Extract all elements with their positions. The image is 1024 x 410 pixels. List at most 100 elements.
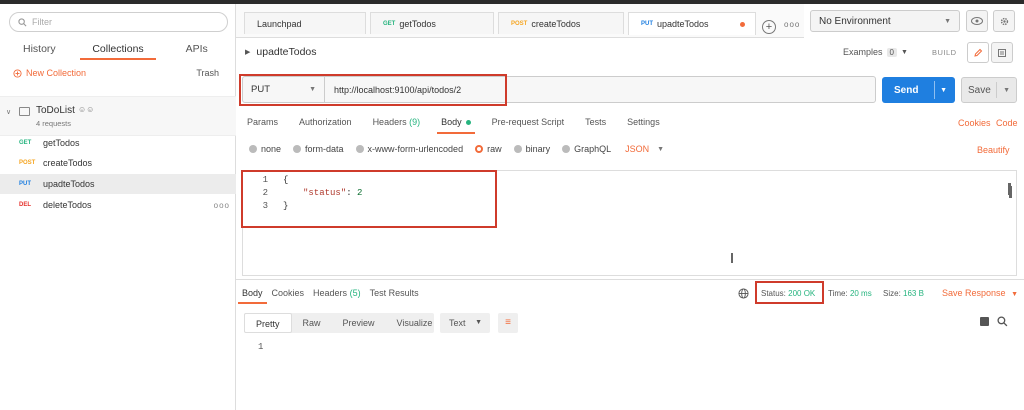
tab-history[interactable]: History: [0, 40, 79, 62]
beautify-link[interactable]: Beautify: [977, 145, 1010, 155]
method-badge: PUT: [19, 181, 31, 187]
sidebar-tabs: History Collections APIs: [0, 40, 236, 62]
radio-selected-icon: [475, 145, 484, 153]
tab-history-label: History: [23, 43, 56, 55]
globe-icon[interactable]: [738, 288, 749, 299]
list-item[interactable]: PUT upadteTodos: [0, 174, 236, 194]
examples-label: Examples: [843, 47, 883, 57]
comments-button[interactable]: [991, 42, 1013, 63]
view-visualize[interactable]: Visualize: [386, 313, 444, 333]
edit-button[interactable]: [967, 42, 989, 63]
tab-authorization[interactable]: Authorization: [299, 117, 352, 135]
new-collection-button[interactable]: New Collection: [13, 68, 86, 78]
radio-icon: [562, 145, 571, 153]
pencil-icon: [974, 48, 983, 57]
view-preview[interactable]: Preview: [332, 313, 386, 333]
wrap-lines-button[interactable]: ≡: [498, 313, 518, 333]
caret-down-icon: ▼: [944, 17, 951, 25]
cookies-link[interactable]: Cookies: [958, 118, 991, 128]
radio-none[interactable]: none: [249, 144, 281, 154]
radio-form-data[interactable]: form-data: [293, 144, 344, 154]
gear-icon: [1000, 17, 1008, 25]
tab-response-body[interactable]: Body: [238, 288, 266, 304]
tab-apis[interactable]: APIs: [157, 40, 236, 62]
tab-response-headers[interactable]: Headers (5): [313, 288, 361, 298]
list-item[interactable]: GET getTodos: [0, 133, 236, 153]
environment-select[interactable]: No Environment ▼: [810, 10, 960, 32]
radio-icon: [249, 145, 257, 153]
radio-icon: [513, 145, 522, 153]
tab-response-cookies[interactable]: Cookies: [272, 288, 305, 298]
examples-dropdown[interactable]: Examples 0 ▼: [843, 47, 908, 57]
view-raw[interactable]: Raw: [292, 313, 332, 333]
send-button[interactable]: Send ▼: [882, 77, 955, 103]
tab-label: Headers: [313, 288, 348, 298]
tab-launchpad[interactable]: Launchpad: [244, 12, 366, 34]
tab-method: PUT: [641, 21, 653, 27]
tab-upadte-todos[interactable]: PUT upadteTodos: [628, 12, 756, 35]
tab-test-results[interactable]: Test Results: [370, 288, 419, 298]
tab-headers[interactable]: Headers (9): [373, 117, 421, 135]
format-label: Text: [449, 318, 466, 328]
trash-link[interactable]: Trash: [196, 68, 219, 78]
collection-todolist[interactable]: ∨ ToDoList ☺☺ 4 requests: [0, 96, 236, 136]
tab-get-todos[interactable]: GET getTodos: [370, 12, 494, 34]
radio-icon: [355, 145, 364, 153]
build-mode-label[interactable]: BUILD: [932, 48, 957, 57]
request-title[interactable]: ▶ upadteTodos: [245, 46, 317, 58]
tab-method: POST: [511, 20, 528, 27]
filter-box[interactable]: [9, 12, 228, 32]
format-label: JSON: [625, 144, 650, 154]
radio-urlencoded[interactable]: x-www-form-urlencoded: [355, 144, 463, 154]
code-link[interactable]: Code: [996, 118, 1018, 128]
list-item[interactable]: POST createTodos: [0, 153, 236, 173]
settings-button[interactable]: [993, 10, 1015, 32]
chevron-down-icon[interactable]: ∨: [6, 108, 11, 116]
tab-body[interactable]: Body: [437, 117, 475, 135]
caret-right-icon: ▶: [245, 49, 251, 56]
tab-settings[interactable]: Settings: [627, 117, 660, 135]
tab-collections[interactable]: Collections: [79, 40, 158, 62]
size-label: Size:: [883, 289, 901, 298]
eye-icon: [971, 17, 983, 25]
eye-button[interactable]: [966, 10, 988, 32]
caret-down-icon[interactable]: ▼: [1003, 87, 1010, 94]
radio-binary[interactable]: binary: [513, 144, 550, 154]
caret-down-icon[interactable]: ▼: [940, 87, 947, 94]
page-scrollbar-thumb[interactable]: [1009, 186, 1012, 198]
editor-resize-handle[interactable]: [731, 253, 733, 263]
tab-create-todos[interactable]: POST createTodos: [498, 12, 624, 34]
divider: [996, 82, 997, 98]
tab-tests[interactable]: Tests: [585, 117, 606, 135]
caret-down-icon: ▼: [1011, 291, 1018, 298]
radio-raw[interactable]: raw: [475, 144, 502, 154]
save-response-label: Save Response: [942, 288, 1006, 298]
save-button[interactable]: Save ▼: [961, 77, 1017, 103]
new-tab-button[interactable]: +: [762, 20, 776, 34]
caret-down-icon: ▼: [900, 48, 908, 56]
tab-collections-label: Collections: [80, 43, 156, 60]
tab-headers-label: Headers: [372, 117, 407, 127]
tab-params[interactable]: Params: [247, 117, 278, 135]
response-format-select[interactable]: Text ▼: [440, 313, 490, 333]
response-tabs: Body Cookies Headers (5) Test Results: [238, 288, 428, 304]
view-pretty[interactable]: Pretty: [244, 313, 292, 333]
option-label: form-data: [305, 144, 344, 154]
search-icon[interactable]: [997, 316, 1008, 327]
tab-body-label: Body: [441, 117, 462, 127]
request-name: deleteTodos: [43, 200, 92, 210]
format-select[interactable]: JSON ▼: [623, 144, 664, 154]
more-tabs-icon[interactable]: ooo: [784, 20, 800, 29]
line-number: 1: [258, 342, 264, 352]
body-type-options: none form-data x-www-form-urlencoded raw…: [249, 144, 676, 154]
more-options-icon[interactable]: ooo: [214, 201, 230, 210]
shared-people-icon: ☺☺: [78, 105, 95, 114]
copy-icon[interactable]: [980, 317, 989, 326]
radio-graphql[interactable]: GraphQL: [562, 144, 611, 154]
filter-input[interactable]: [32, 17, 212, 27]
tab-pre-request-script[interactable]: Pre-request Script: [492, 117, 565, 135]
list-item[interactable]: DEL deleteTodos ooo: [0, 195, 236, 215]
tab-label: getTodos: [399, 18, 436, 29]
save-response-button[interactable]: Save Response ▼: [942, 288, 1018, 298]
headers-count: (9): [409, 117, 421, 127]
